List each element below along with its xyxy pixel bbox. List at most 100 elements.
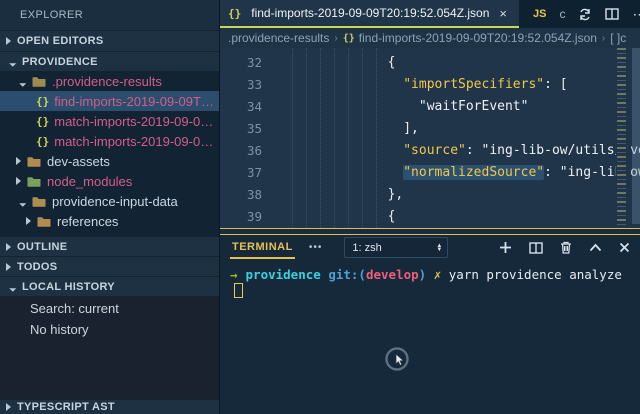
prompt-directory: providence <box>246 267 321 282</box>
panel-sash[interactable] <box>220 228 640 235</box>
local-history-empty: No history <box>0 317 219 338</box>
js-runner-icon[interactable]: JS <box>533 8 546 20</box>
close-panel-icon[interactable] <box>619 242 630 253</box>
chevron-down-icon <box>6 56 17 67</box>
minimap[interactable] <box>616 48 631 228</box>
terminal-command: yarn providence analyze <box>449 267 622 282</box>
tree-item-label: .providence-results <box>52 74 162 89</box>
select-arrows-icon: ▲▼ <box>436 244 442 252</box>
code-editor[interactable]: 32 {33 "importSpecifiers": [34 "waitForE… <box>220 48 640 228</box>
line-number: 34 <box>220 96 278 118</box>
line-text: "source": "ing-lib-ow/utils/eve <box>278 140 640 162</box>
breadcrumb-separator: › <box>602 33 605 44</box>
chevron-right-icon <box>6 37 11 45</box>
terminal-content[interactable]: →providence git:(develop) ✗ yarn provide… <box>220 261 640 414</box>
terminal-cursor <box>234 283 243 298</box>
line-number: 36 <box>220 140 278 162</box>
tab-title: find-imports-2019-09-09T20:19:52.054Z.js… <box>251 6 489 20</box>
chevron-down-icon <box>16 76 27 87</box>
breadcrumb-folder[interactable]: .providence-results <box>228 31 329 45</box>
tree-item-label: match-imports-2019-09-09T... <box>54 114 219 129</box>
tab-close-icon[interactable]: × <box>497 6 509 21</box>
section-label: LOCAL HISTORY <box>22 281 115 293</box>
line-number: 35 <box>220 118 278 140</box>
breadcrumb: .providence-results › {} find-imports-20… <box>220 28 640 48</box>
shell-select[interactable]: 1: zsh ▲▼ <box>344 237 448 258</box>
code-line: 36 "source": "ing-lib-ow/utils/eve <box>220 140 614 162</box>
prompt-git-open: git:( <box>328 267 366 282</box>
folder-icon <box>27 155 41 167</box>
editor-actions: JS c ⋯ <box>533 0 640 28</box>
breadcrumb-file[interactable]: find-imports-2019-09-09T20:19:52.054Z.js… <box>359 31 597 45</box>
chevron-right-icon <box>16 177 21 185</box>
tree-item-dev-assets[interactable]: dev-assets <box>0 151 219 171</box>
section-label: TYPESCRIPT AST <box>17 401 115 413</box>
tree-item--providence-results[interactable]: .providence-results <box>0 71 219 91</box>
panel-more-icon[interactable]: ••• <box>309 242 323 253</box>
section-local-history[interactable]: LOCAL HISTORY <box>0 276 219 296</box>
split-terminal-icon[interactable] <box>529 242 543 254</box>
code-line: 35 ], <box>220 118 614 140</box>
section-todos[interactable]: TODOS <box>0 256 219 276</box>
sidebar-title: EXPLORER <box>0 0 219 30</box>
folder-icon <box>32 75 46 87</box>
line-number: 32 <box>220 52 278 74</box>
tree-item-match-imports-2019-09-09t-[interactable]: {} match-imports-2019-09-09T... <box>0 111 219 131</box>
line-text: { <box>278 206 395 228</box>
tab-terminal[interactable]: TERMINAL <box>230 236 295 259</box>
chevron-right-icon <box>6 263 11 271</box>
line-number: 37 <box>220 162 278 184</box>
sync-icon[interactable] <box>578 8 592 21</box>
breadcrumb-symbol[interactable]: [ ]c <box>610 31 626 45</box>
code-line: 32 { <box>220 52 614 74</box>
json-file-icon: {} <box>228 7 241 20</box>
code-lines: 32 {33 "importSpecifiers": [34 "waitForE… <box>220 52 614 228</box>
section-label: PROVIDENCE <box>22 56 98 68</box>
section-label: OPEN EDITORS <box>17 35 104 47</box>
chevron-right-icon <box>16 157 21 165</box>
tree-item-node-modules[interactable]: node_modules <box>0 171 219 191</box>
code-line: 37 "normalizedSource": "ing-lib-ow <box>220 162 614 184</box>
line-text: "waitForEvent" <box>278 96 528 118</box>
section-label: OUTLINE <box>17 241 67 253</box>
explorer-sidebar: EXPLORER OPEN EDITORS PROVIDENCE .provid… <box>0 0 220 414</box>
line-text: ], <box>278 118 419 140</box>
code-line: 34 "waitForEvent" <box>220 96 614 118</box>
prompt-dirty-icon: ✗ <box>434 267 442 282</box>
section-typescript-ast[interactable]: TYPESCRIPT AST <box>0 399 219 414</box>
scrollbar[interactable] <box>632 48 640 224</box>
section-outline[interactable]: OUTLINE <box>0 236 219 256</box>
split-editor-icon[interactable] <box>605 8 619 20</box>
line-number: 39 <box>220 206 278 228</box>
line-text: "importSpecifiers": [ <box>278 74 568 96</box>
line-number: 38 <box>220 184 278 206</box>
maximize-panel-icon[interactable] <box>589 243 602 252</box>
chevron-down-icon <box>16 196 27 207</box>
tree-item-providence-input-data[interactable]: providence-input-data <box>0 191 219 211</box>
json-file-icon: {} <box>36 135 49 148</box>
c-action-icon[interactable]: c <box>559 7 565 21</box>
terminal-panel: TERMINAL ••• 1: zsh ▲▼ <box>220 235 640 414</box>
new-terminal-icon[interactable] <box>499 241 512 254</box>
tab-find-imports-json[interactable]: {} find-imports-2019-09-09T20:19:52.054Z… <box>220 0 519 28</box>
code-line: 39 { <box>220 206 614 228</box>
line-text: }, <box>278 184 403 206</box>
breadcrumb-separator: › <box>334 33 337 44</box>
shell-select-value: 1: zsh <box>352 242 381 254</box>
section-open-editors[interactable]: OPEN EDITORS <box>0 30 219 51</box>
tree-item-references[interactable]: references <box>0 211 219 231</box>
json-file-icon: {} <box>36 115 49 128</box>
tree-item-match-imports-2019-09-09t-[interactable]: {}match-imports-2019-09-09T... <box>0 131 219 151</box>
tree-item-find-imports-2019-09-09t20-[interactable]: {}find-imports-2019-09-09T20... <box>0 91 219 111</box>
prompt-git-branch: develop <box>366 267 419 282</box>
local-history-search: Search: current <box>0 296 219 317</box>
section-providence[interactable]: PROVIDENCE <box>0 51 219 71</box>
more-actions-icon[interactable]: ⋯ <box>632 6 640 23</box>
tree-item-label: dev-assets <box>47 154 110 169</box>
tree-item-label: node_modules <box>47 174 132 189</box>
editor-area: {} find-imports-2019-09-09T20:19:52.054Z… <box>220 0 640 414</box>
panel-header: TERMINAL ••• 1: zsh ▲▼ <box>220 235 640 261</box>
kill-terminal-icon[interactable] <box>560 241 572 254</box>
local-history-content: Search: current No history <box>0 296 219 399</box>
code-line: 33 "importSpecifiers": [ <box>220 74 614 96</box>
